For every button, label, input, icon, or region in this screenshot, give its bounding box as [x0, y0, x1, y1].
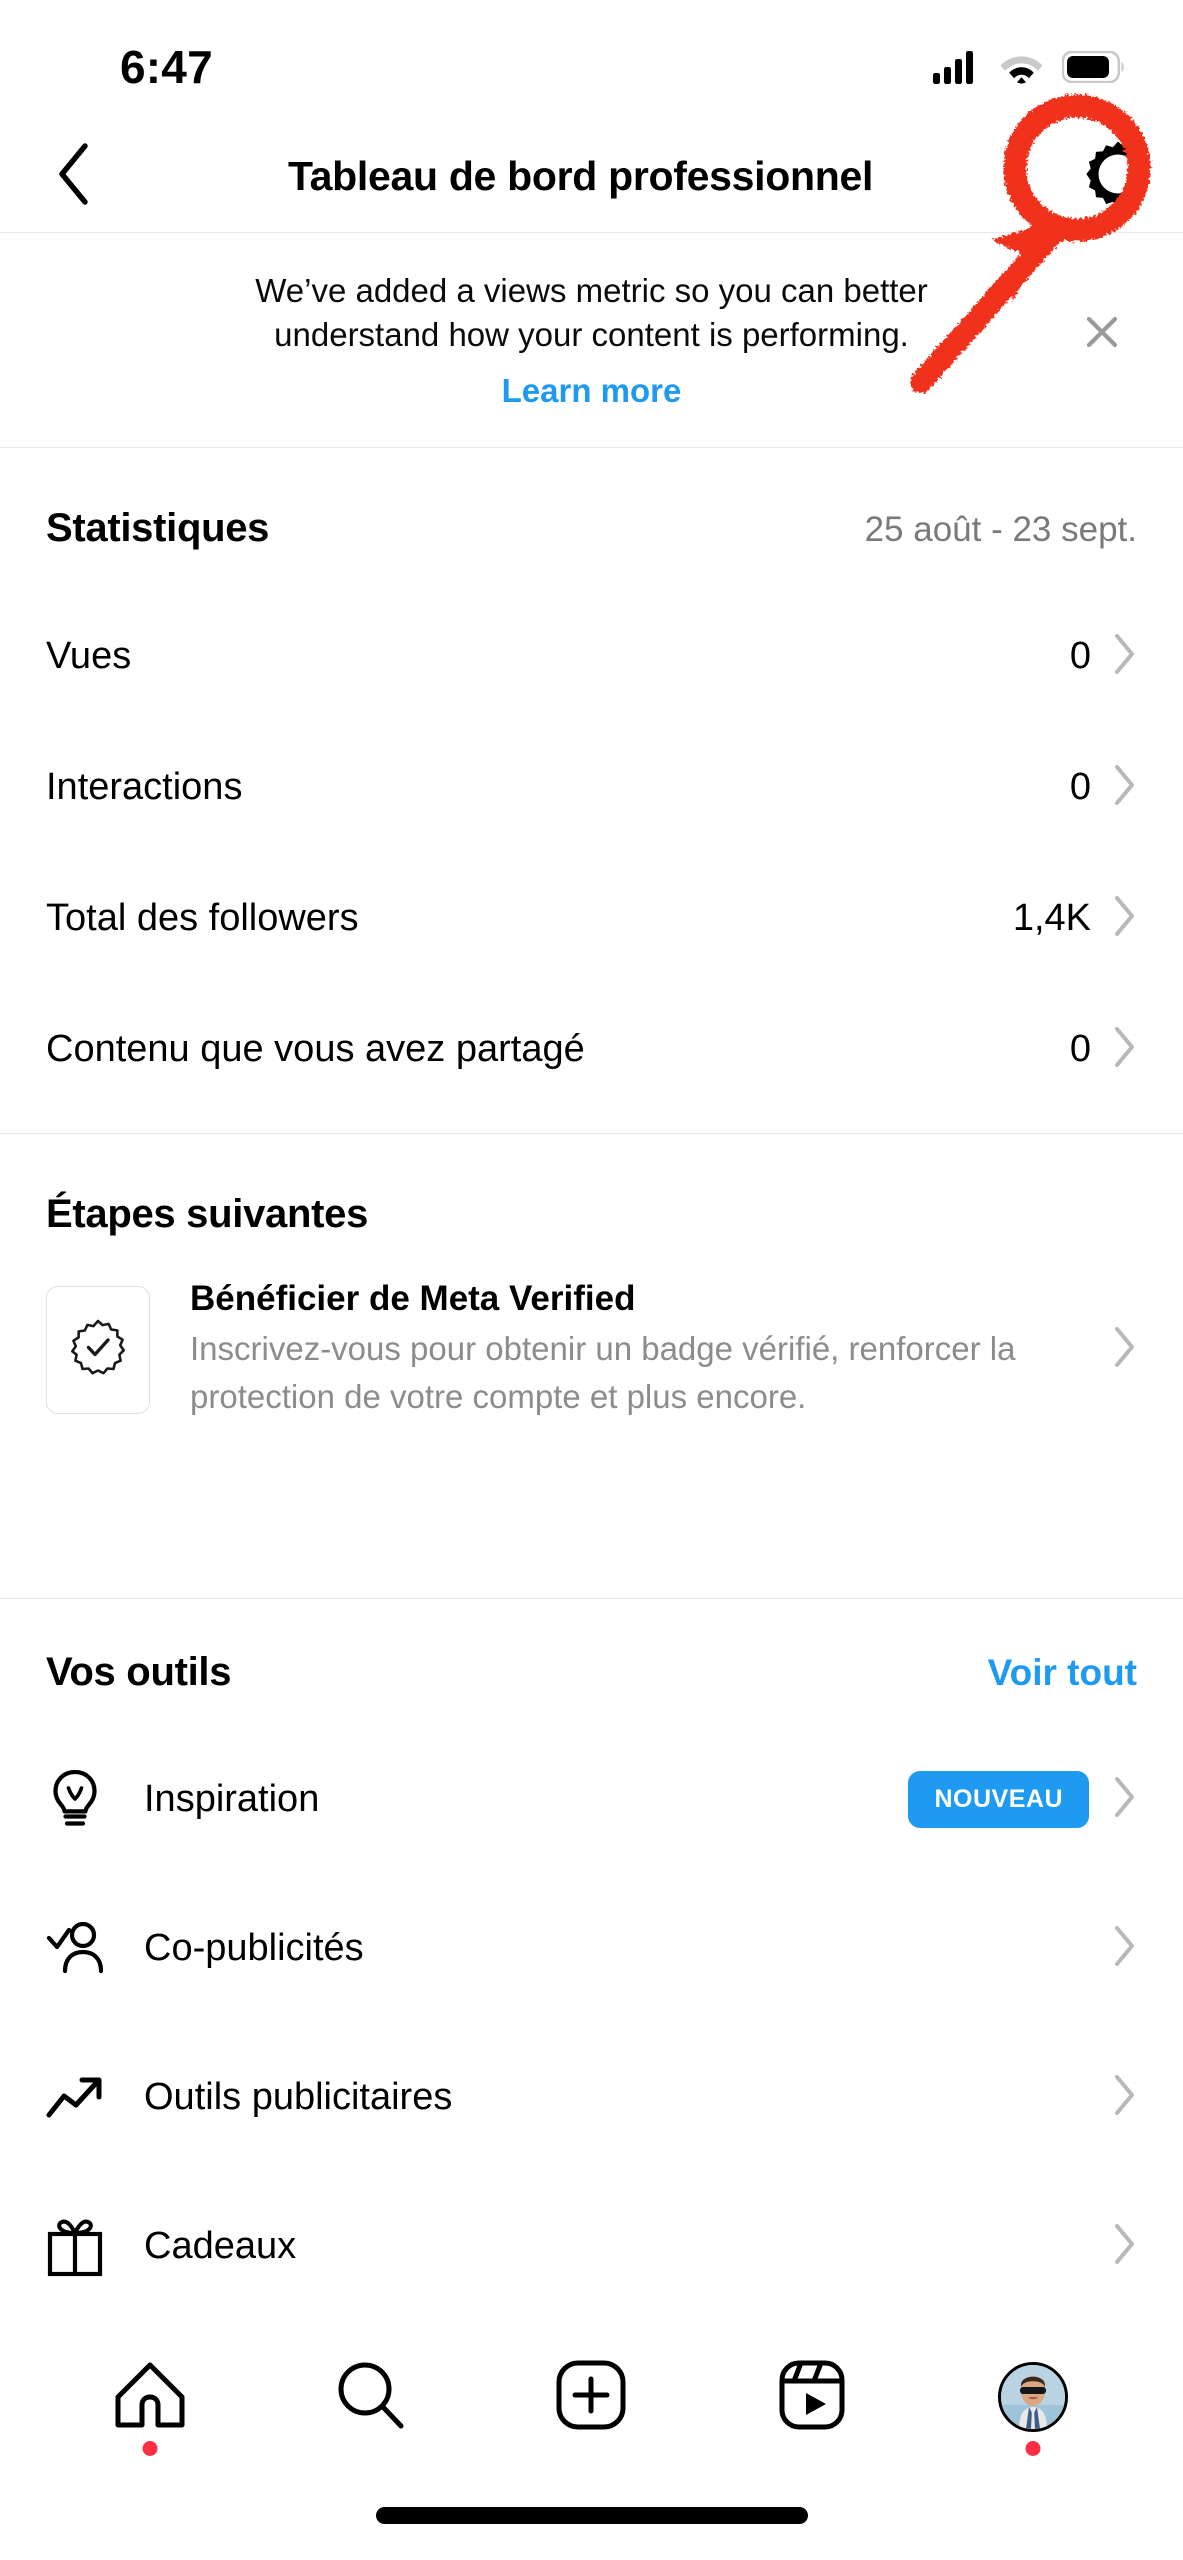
stat-value: 0 [1069, 635, 1091, 677]
stat-label: Interactions [46, 766, 243, 808]
home-indicator [375, 2507, 808, 2524]
tab-search[interactable] [296, 2332, 446, 2462]
tools-title: Vos outils [46, 1650, 232, 1694]
chevron-right-icon [1113, 764, 1137, 811]
tools-section: Vos outils Voir tout Inspiration NOUVEAU [0, 1600, 1183, 2321]
stat-label: Contenu que vous avez partagé [46, 1028, 585, 1070]
stat-row-contenu-partage[interactable]: Contenu que vous avez partagé 0 [0, 984, 1183, 1115]
chevron-right-icon [1113, 895, 1137, 942]
notification-dot [1025, 2441, 1041, 2456]
stat-value: 0 [1069, 1028, 1091, 1070]
profile-avatar [997, 2362, 1068, 2432]
chevron-right-icon [1113, 1326, 1137, 1373]
tool-label: Co-publicités [144, 1927, 364, 1969]
chevron-right-icon [1113, 1925, 1137, 1972]
statistics-title: Statistiques [46, 506, 270, 550]
chevron-right-icon [1113, 1026, 1137, 1073]
chevron-right-icon [1113, 1776, 1137, 1823]
phone-screen: 6:47 Tableau de bord professionnel We’ve… [0, 0, 1183, 2560]
tab-reels[interactable] [737, 2332, 887, 2462]
next-step-item-meta-verified[interactable]: Bénéficier de Meta Verified Inscrivez-vo… [0, 1279, 1183, 1421]
status-bar: 6:47 [0, 0, 1183, 120]
see-all-tools-link[interactable]: Voir tout [988, 1652, 1137, 1694]
banner-message: We’ve added a views metric so you can be… [255, 272, 928, 353]
battery-icon [1061, 50, 1125, 88]
chevron-right-icon [1113, 633, 1137, 680]
notification-dot [142, 2441, 158, 2456]
chevron-right-icon [1113, 2223, 1137, 2270]
gift-icon [46, 2216, 116, 2278]
stat-row-interactions[interactable]: Interactions 0 [0, 722, 1183, 853]
tool-label: Cadeaux [144, 2225, 297, 2267]
stat-label: Vues [46, 635, 132, 677]
stat-row-vues[interactable]: Vues 0 [0, 591, 1183, 722]
next-step-description: Inscrivez-vous pour obtenir un badge vér… [190, 1330, 1016, 1415]
settings-button[interactable] [1053, 138, 1183, 215]
gear-icon [1082, 138, 1154, 215]
reels-icon [779, 2360, 845, 2435]
person-check-icon [46, 1920, 116, 1978]
page-title: Tableau de bord professionnel [287, 152, 874, 199]
next-step-title: Bénéficier de Meta Verified [190, 1279, 636, 1318]
stat-label: Total des followers [46, 897, 359, 939]
nav-header: Tableau de bord professionnel [0, 120, 1183, 232]
stat-value: 1,4K [1012, 897, 1091, 939]
verified-badge-icon [69, 1318, 127, 1381]
tab-home[interactable] [75, 2332, 225, 2462]
chevron-right-icon [1113, 2074, 1137, 2121]
next-step-thumbnail [46, 1285, 150, 1414]
create-plus-icon [556, 2360, 626, 2435]
home-icon [114, 2361, 186, 2434]
lightbulb-icon [46, 1769, 116, 1831]
trending-up-icon [46, 2074, 116, 2122]
banner-close-button[interactable] [1079, 311, 1125, 357]
bottom-tab-bar [0, 2317, 1183, 2560]
views-metric-banner: We’ve added a views metric so you can be… [0, 233, 1183, 447]
cellular-signal-icon [933, 50, 981, 89]
tool-label: Outils publicitaires [144, 2076, 453, 2118]
status-bar-clock: 6:47 [120, 41, 213, 93]
stat-row-total-followers[interactable]: Total des followers 1,4K [0, 853, 1183, 984]
statistics-section: Statistiques 25 août - 23 sept. Vues 0 I… [0, 448, 1183, 1115]
stat-value: 0 [1069, 766, 1091, 808]
close-icon [1083, 313, 1121, 356]
tools-header: Vos outils Voir tout [0, 1600, 1183, 1695]
next-steps-title: Étapes suivantes [46, 1192, 369, 1236]
statistics-date-range: 25 août - 23 sept. [864, 510, 1137, 549]
next-steps-divider [0, 1598, 1183, 1599]
tool-row-outils-publicitaires[interactable]: Outils publicitaires [0, 2023, 1183, 2172]
tab-create[interactable] [516, 2332, 666, 2462]
tool-row-cadeaux[interactable]: Cadeaux [0, 2172, 1183, 2321]
statistics-header: Statistiques 25 août - 23 sept. [0, 448, 1183, 551]
search-icon [336, 2360, 406, 2435]
new-badge: NOUVEAU [908, 1771, 1089, 1828]
next-steps-header: Étapes suivantes [0, 1134, 1183, 1237]
tool-row-co-publicites[interactable]: Co-publicités [0, 1874, 1183, 2023]
wifi-icon [999, 50, 1044, 89]
learn-more-link[interactable]: Learn more [502, 372, 682, 410]
tab-profile[interactable] [958, 2332, 1108, 2462]
next-steps-section: Étapes suivantes Bénéficier de Meta Veri… [0, 1134, 1183, 1421]
chevron-left-icon [56, 142, 90, 210]
tool-label: Inspiration [144, 1778, 320, 1820]
tool-row-inspiration[interactable]: Inspiration NOUVEAU [0, 1725, 1183, 1874]
